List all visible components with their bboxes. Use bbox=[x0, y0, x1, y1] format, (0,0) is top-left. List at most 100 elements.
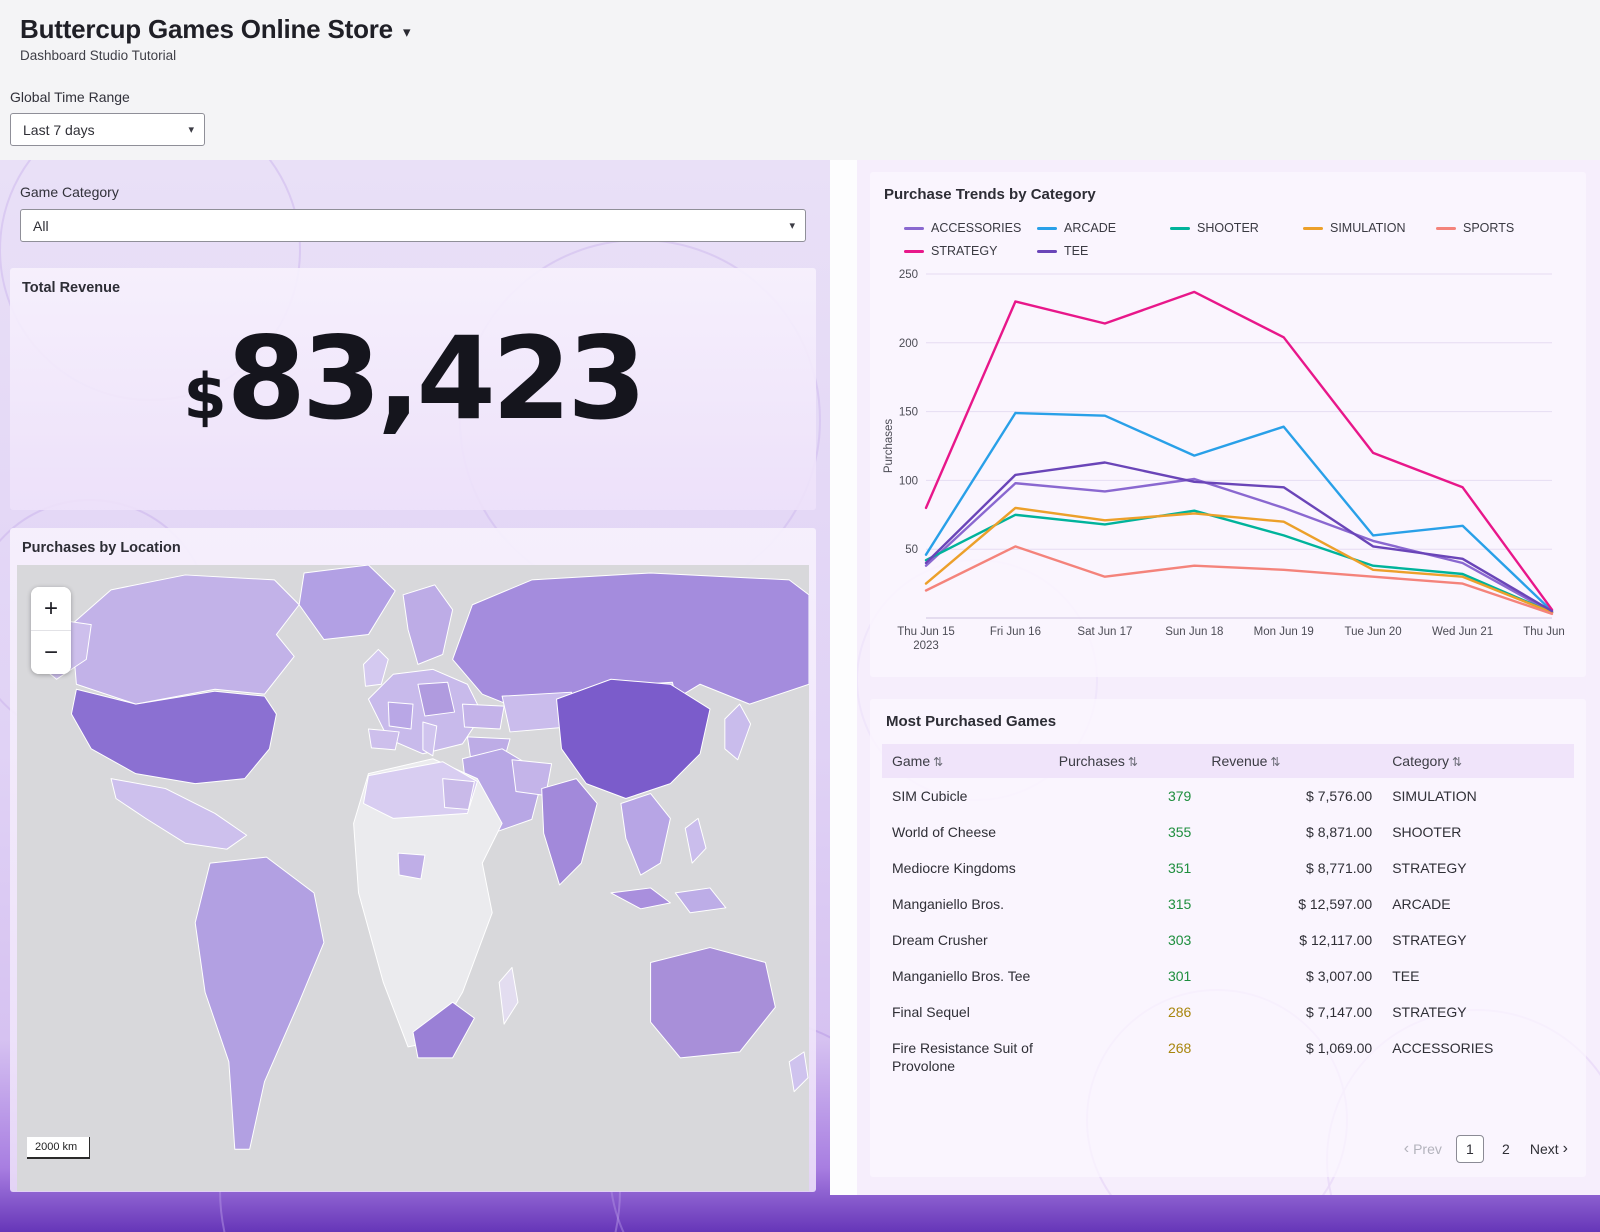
page-button-1[interactable]: 1 bbox=[1456, 1135, 1484, 1163]
legend-item-sports[interactable]: SPORTS bbox=[1436, 221, 1569, 235]
table-row[interactable]: Mediocre Kingdoms351$ 8,771.00STRATEGY bbox=[882, 850, 1574, 886]
legend-item-strategy[interactable]: STRATEGY bbox=[904, 244, 1037, 258]
svg-text:Purchases: Purchases bbox=[883, 419, 895, 474]
map-scale: 2000 km bbox=[27, 1137, 90, 1159]
legend-label: SHOOTER bbox=[1197, 221, 1259, 235]
sort-icon[interactable]: ⇅ bbox=[1128, 755, 1138, 769]
category-cell: STRATEGY bbox=[1382, 850, 1574, 886]
legend-swatch-icon bbox=[1303, 227, 1323, 230]
dashboard-content: Game Category All ▾ Total Revenue $83,42… bbox=[0, 160, 1600, 1232]
legend-item-tee[interactable]: TEE bbox=[1037, 244, 1170, 258]
legend-swatch-icon bbox=[904, 250, 924, 253]
legend-item-shooter[interactable]: SHOOTER bbox=[1170, 221, 1303, 235]
sort-icon[interactable]: ⇅ bbox=[1270, 755, 1280, 769]
revenue-cell: $ 1,069.00 bbox=[1201, 1030, 1382, 1084]
table-row[interactable]: SIM Cubicle379$ 7,576.00SIMULATION bbox=[882, 778, 1574, 814]
revenue-cell: $ 12,117.00 bbox=[1201, 922, 1382, 958]
legend-item-arcade[interactable]: ARCADE bbox=[1037, 221, 1170, 235]
zoom-out-button[interactable]: − bbox=[31, 630, 71, 674]
line-chart[interactable]: 50100150200250Thu Jun 152023Fri Jun 16Sa… bbox=[880, 264, 1568, 664]
legend-swatch-icon bbox=[1170, 227, 1190, 230]
sort-icon[interactable]: ⇅ bbox=[933, 755, 943, 769]
game-cell: Manganiello Bros. bbox=[882, 886, 1049, 922]
chevron-left-icon: ‹ bbox=[1404, 1141, 1409, 1157]
chevron-down-icon: ▾ bbox=[789, 219, 795, 232]
chevron-right-icon: › bbox=[1563, 1141, 1568, 1157]
header: Buttercup Games Online Store ▾ Dashboard… bbox=[0, 0, 1600, 160]
svg-text:Fri Jun 16: Fri Jun 16 bbox=[990, 626, 1041, 638]
map-panel-title: Purchases by Location bbox=[10, 528, 816, 564]
legend-item-simulation[interactable]: SIMULATION bbox=[1303, 221, 1436, 235]
prev-page-button[interactable]: ‹ Prev bbox=[1404, 1141, 1442, 1157]
next-label: Next bbox=[1530, 1141, 1559, 1157]
column-label: Revenue bbox=[1211, 753, 1267, 769]
legend-swatch-icon bbox=[904, 227, 924, 230]
game-cell: Mediocre Kingdoms bbox=[882, 850, 1049, 886]
legend-label: SIMULATION bbox=[1330, 221, 1405, 235]
legend-label: TEE bbox=[1064, 244, 1088, 258]
game-cell: Final Sequel bbox=[882, 994, 1049, 1030]
revenue-cell: $ 7,147.00 bbox=[1201, 994, 1382, 1030]
category-cell: TEE bbox=[1382, 958, 1574, 994]
purchases-cell: 351 bbox=[1049, 850, 1202, 886]
revenue-cell: $ 3,007.00 bbox=[1201, 958, 1382, 994]
chevron-down-icon[interactable]: ▾ bbox=[403, 23, 411, 41]
svg-text:250: 250 bbox=[899, 269, 918, 281]
table-row[interactable]: Manganiello Bros.315$ 12,597.00ARCADE bbox=[882, 886, 1574, 922]
purchases-cell: 315 bbox=[1049, 886, 1202, 922]
revenue-cell: $ 12,597.00 bbox=[1201, 886, 1382, 922]
zoom-in-button[interactable]: + bbox=[31, 587, 71, 630]
svg-text:Wed Jun 21: Wed Jun 21 bbox=[1432, 626, 1493, 638]
legend-label: SPORTS bbox=[1463, 221, 1514, 235]
chart-legend: ACCESSORIESARCADE SHOOTER SIMULATION SPORTS… bbox=[904, 221, 1584, 258]
legend-swatch-icon bbox=[1436, 227, 1456, 230]
sort-icon[interactable]: ⇅ bbox=[1452, 755, 1462, 769]
legend-swatch-icon bbox=[1037, 250, 1057, 253]
table-row[interactable]: Manganiello Bros. Tee301$ 3,007.00TEE bbox=[882, 958, 1574, 994]
revenue-cell: $ 8,871.00 bbox=[1201, 814, 1382, 850]
prev-label: Prev bbox=[1413, 1141, 1442, 1157]
revenue-cell: $ 8,771.00 bbox=[1201, 850, 1382, 886]
game-category-dropdown[interactable]: All ▾ bbox=[20, 209, 806, 242]
table-row[interactable]: Dream Crusher303$ 12,117.00STRATEGY bbox=[882, 922, 1574, 958]
svg-text:Thu Jun 22: Thu Jun 22 bbox=[1523, 626, 1568, 638]
page-number-buttons: 12 bbox=[1456, 1135, 1516, 1163]
revenue-amount: 83,423 bbox=[227, 312, 643, 445]
purchases-cell: 301 bbox=[1049, 958, 1202, 994]
category-cell: ARCADE bbox=[1382, 886, 1574, 922]
next-page-button[interactable]: Next › bbox=[1530, 1141, 1568, 1157]
legend-label: STRATEGY bbox=[931, 244, 997, 258]
category-cell: ACCESSORIES bbox=[1382, 1030, 1574, 1084]
column-header-purchases[interactable]: Purchases⇅ bbox=[1049, 744, 1202, 778]
game-category-value: All bbox=[33, 218, 49, 234]
page-button-2[interactable]: 2 bbox=[1496, 1135, 1516, 1163]
svg-text:50: 50 bbox=[905, 544, 918, 556]
game-category-label: Game Category bbox=[20, 184, 119, 200]
total-revenue-title: Total Revenue bbox=[10, 268, 816, 304]
game-cell: SIM Cubicle bbox=[882, 778, 1049, 814]
right-column: Purchase Trends by Category ACCESSORIESA… bbox=[857, 160, 1600, 1195]
currency-symbol: $ bbox=[183, 360, 226, 433]
table-row[interactable]: World of Cheese355$ 8,871.00SHOOTER bbox=[882, 814, 1574, 850]
world-map[interactable]: + − 2000 km bbox=[17, 565, 809, 1191]
map-zoom-control: + − bbox=[31, 587, 71, 674]
legend-swatch-icon bbox=[1037, 227, 1057, 230]
time-range-dropdown[interactable]: Last 7 days ▾ bbox=[10, 113, 205, 146]
purchases-cell: 355 bbox=[1049, 814, 1202, 850]
column-label: Purchases bbox=[1059, 753, 1125, 769]
column-header-game[interactable]: Game⇅ bbox=[882, 744, 1049, 778]
table-row[interactable]: Fire Resistance Suit of Provolone268$ 1,… bbox=[882, 1030, 1574, 1084]
purchases-cell: 286 bbox=[1049, 994, 1202, 1030]
column-gutter bbox=[830, 160, 857, 1195]
table-header-row: Game⇅Purchases⇅Revenue⇅Category⇅ bbox=[882, 744, 1574, 778]
purchases-cell: 268 bbox=[1049, 1030, 1202, 1084]
legend-item-accessories[interactable]: ACCESSORIES bbox=[904, 221, 1037, 235]
table-row[interactable]: Final Sequel286$ 7,147.00STRATEGY bbox=[882, 994, 1574, 1030]
column-header-revenue[interactable]: Revenue⇅ bbox=[1201, 744, 1382, 778]
column-header-category[interactable]: Category⇅ bbox=[1382, 744, 1574, 778]
purchases-by-location-panel: Purchases by Location bbox=[10, 528, 816, 1192]
title-row: Buttercup Games Online Store ▾ bbox=[0, 0, 1600, 45]
world-map-svg bbox=[17, 565, 809, 1191]
purchase-trends-panel: Purchase Trends by Category ACCESSORIESA… bbox=[870, 172, 1586, 677]
time-range-value: Last 7 days bbox=[23, 122, 95, 138]
